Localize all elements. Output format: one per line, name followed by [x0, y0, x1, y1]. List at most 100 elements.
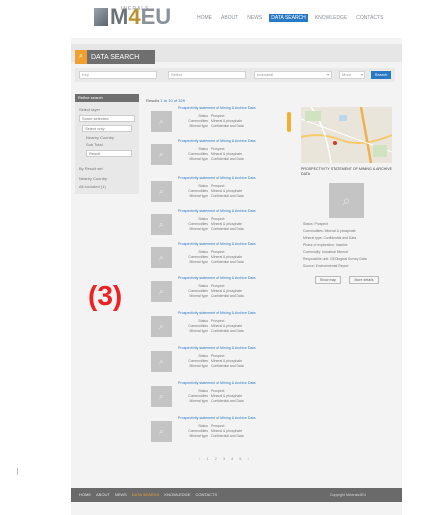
result-title-link[interactable]: Prospectivity statement of Mining & Arch…	[178, 176, 286, 180]
footer-nav-news[interactable]: NEWS	[115, 492, 127, 497]
result-meta-commodities: Commodities Mineral & phosphate	[188, 255, 243, 259]
extra-select[interactable]: More ▾	[339, 71, 365, 79]
result-item[interactable]: ⌕ Prospectivity statement of Mining & Arc…	[146, 416, 291, 449]
result-item[interactable]: ⌕ Prospectivity statement of Mining & Arc…	[146, 276, 291, 309]
pager-next[interactable]: ›	[248, 456, 249, 461]
detail-field: Status: Prospect	[303, 222, 328, 226]
nav-home[interactable]: HOME	[195, 14, 214, 22]
result-meta-commodities: Commodities Mineral & phosphate	[188, 289, 243, 293]
sidebar-option[interactable]: Sub Total	[86, 142, 103, 147]
result-meta-type: Mineral type Confidential and Data	[189, 227, 244, 231]
pager-page[interactable]: 3	[223, 456, 225, 461]
nav-about[interactable]: ABOUT	[219, 14, 240, 22]
result-title-link[interactable]: Prospectivity statement of Mining & Arch…	[178, 106, 286, 110]
pager-page[interactable]: 2	[215, 456, 217, 461]
sidebar-option[interactable]: All Included (1)	[79, 184, 106, 189]
result-meta-commodities: Commodities Mineral & phosphate	[188, 324, 243, 328]
detail-image-placeholder-icon: ⌕	[329, 183, 364, 218]
results-count: Results 1 to 10 of 329	[146, 98, 185, 103]
result-meta-commodities: Commodities Mineral & phosphate	[188, 152, 243, 156]
result-meta-commodities: Commodities Mineral & phosphate	[188, 222, 243, 226]
nav-knowledge[interactable]: KNOWLEDGE	[313, 14, 350, 22]
sidebar-filter-input[interactable]: Some selected	[79, 115, 135, 122]
nav-news[interactable]: NEWS	[245, 14, 264, 22]
result-meta-commodities: Commodities Mineral & phosphate	[188, 394, 243, 398]
result-meta-type: Mineral type Confidential and Data	[189, 399, 244, 403]
result-item[interactable]: ⌕ Prospectivity statement of Mining & Arc…	[146, 139, 291, 172]
footer-nav-contacts[interactable]: CONTACTS	[195, 492, 217, 497]
result-meta-status: Status Prospect	[198, 424, 225, 428]
result-meta-commodities: Commodities Mineral & phosphate	[188, 429, 243, 433]
sidebar-option[interactable]: Nearby Country	[79, 176, 107, 181]
location-map[interactable]	[301, 107, 392, 163]
result-title-link[interactable]: Prospectivity statement of Mining & Arch…	[178, 209, 286, 213]
result-thumbnail-icon: ⌕	[151, 281, 172, 302]
nav-contacts[interactable]: CONTACTS	[354, 14, 385, 22]
result-title-link[interactable]: Prospectivity statement of Mining & Arch…	[178, 416, 286, 420]
search-button[interactable]: Search	[371, 71, 391, 79]
result-item[interactable]: ⌕ Prospectivity statement of Mining & Arc…	[146, 311, 291, 344]
page-edge-mark	[17, 468, 18, 475]
result-meta-commodities: Commodities Mineral & phosphate	[188, 189, 243, 193]
result-thumbnail-icon: ⌕	[151, 421, 172, 442]
map-graphic	[301, 107, 392, 163]
result-thumbnail-icon: ⌕	[151, 351, 172, 372]
result-meta-type: Mineral type Confidential and Data	[189, 194, 244, 198]
result-title-link[interactable]: Prospectivity statement of Mining & Arch…	[178, 381, 286, 385]
result-title-link[interactable]: Prospectivity statement of Mining & Arch…	[178, 242, 286, 246]
footer-nav-about[interactable]: ABOUT	[96, 492, 110, 497]
type-select[interactable]: Industrial ▾	[254, 71, 332, 79]
detail-field: Phase of exploration: Inactive	[303, 243, 348, 247]
sidebar-filter-input[interactable]: Result	[86, 150, 132, 157]
detail-field: Commodity: Industrial Mineral	[303, 250, 348, 254]
footer-navigation: HOME ABOUT NEWS DATA SEARCH KNOWLEDGE CO…	[79, 492, 217, 497]
result-thumbnail-icon: ⌕	[151, 181, 172, 202]
country-select[interactable]: Select	[168, 71, 246, 79]
detail-field: Mineral type: Confidential and Data	[303, 236, 356, 240]
result-meta-status: Status Prospect	[198, 250, 225, 254]
result-title-link[interactable]: Prospectivity statement of Mining & Arch…	[178, 276, 286, 280]
sidebar-filter-input[interactable]: Select only	[82, 125, 132, 132]
result-meta-status: Status Prospect	[198, 217, 225, 221]
footer-nav-data-search[interactable]: DATA SEARCH	[132, 492, 160, 497]
result-meta-commodities: Commodities Mineral & phosphate	[188, 119, 243, 123]
result-item[interactable]: ⌕ Prospectivity statement of Mining & Arc…	[146, 209, 291, 242]
nav-data-search[interactable]: DATA SEARCH	[269, 14, 308, 22]
top-navigation: HOME ABOUT NEWS DATA SEARCH KNOWLEDGE CO…	[195, 14, 385, 22]
sidebar-option[interactable]: By Result set	[79, 166, 103, 171]
result-meta-type: Mineral type Confidential and Data	[189, 364, 244, 368]
result-title-link[interactable]: Prospectivity statement of Mining & Arch…	[178, 311, 286, 315]
result-meta-status: Status Prospect	[198, 147, 225, 151]
more-details-button[interactable]: More details	[349, 276, 379, 284]
result-title-link[interactable]: Prospectivity statement of Mining & Arch…	[178, 346, 286, 350]
result-item[interactable]: ⌕ Prospectivity statement of Mining & Arc…	[146, 346, 291, 379]
result-item[interactable]: ⌕ Prospectivity statement of Mining & Arc…	[146, 176, 291, 209]
logo-minerals-text: INERALS	[121, 6, 150, 12]
result-meta-type: Mineral type Confidential and Data	[189, 294, 244, 298]
result-thumbnail-icon: ⌕	[151, 111, 172, 132]
result-item[interactable]: ⌕ Prospectivity statement of Mining & Arc…	[146, 242, 291, 275]
pager-page[interactable]: 5	[239, 456, 241, 461]
result-meta-type: Mineral type Confidential and Data	[189, 124, 244, 128]
annotation-label: (3)	[88, 280, 123, 311]
chevron-down-icon: ▾	[360, 72, 363, 77]
result-title-link[interactable]: Prospectivity statement of Mining & Arch…	[178, 139, 286, 143]
pager-page[interactable]: 4	[231, 456, 233, 461]
pager-page[interactable]: 1	[206, 456, 208, 461]
result-meta-status: Status Prospect	[198, 319, 225, 323]
result-meta-status: Status Prospect	[198, 184, 225, 188]
sidebar-option[interactable]: Nearby Country	[86, 135, 114, 140]
sidebar-label: Select layer	[79, 107, 100, 112]
result-highlight-marker	[287, 112, 291, 132]
detail-title: PROSPECTIVITY STATEMENT OF MINING & ARCH…	[301, 167, 392, 176]
footer-nav-home[interactable]: HOME	[79, 492, 91, 497]
result-item[interactable]: ⌕ Prospectivity statement of Mining & Arc…	[146, 381, 291, 414]
result-item[interactable]: ⌕ Prospectivity statement of Mining & Arc…	[146, 106, 291, 139]
pager-prev[interactable]: ‹	[199, 456, 200, 461]
footer-nav-knowledge[interactable]: KNOWLEDGE	[164, 492, 190, 497]
refine-header: Refine search	[75, 94, 139, 102]
show-map-button[interactable]: Show map	[315, 276, 341, 284]
keyword-input[interactable]: Key	[79, 71, 157, 79]
result-thumbnail-icon: ⌕	[151, 214, 172, 235]
page-title-text: DATA SEARCH	[91, 53, 140, 61]
